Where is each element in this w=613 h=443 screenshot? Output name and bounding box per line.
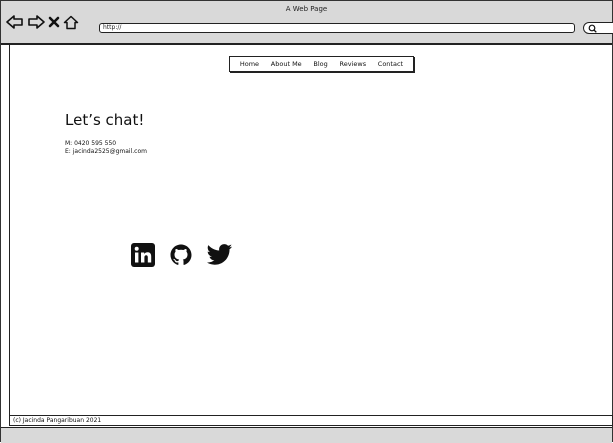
nav-item-about-me[interactable]: About Me (271, 60, 302, 68)
browser-search-field[interactable] (583, 22, 613, 34)
browser-nav-controls (6, 13, 79, 31)
forward-arrow-icon[interactable] (27, 15, 45, 29)
page-left-border (9, 45, 10, 415)
address-bar[interactable]: http:// (99, 23, 575, 33)
github-icon[interactable] (169, 243, 193, 267)
twitter-icon[interactable] (207, 244, 233, 266)
home-icon[interactable] (63, 15, 79, 30)
linkedin-icon[interactable] (131, 243, 155, 267)
nav-item-reviews[interactable]: Reviews (340, 60, 367, 68)
nav-item-home[interactable]: Home (240, 60, 259, 68)
browser-window: A Web Page http:// Home About Me Blog Re… (0, 0, 613, 443)
browser-status-bar (1, 427, 612, 443)
page-footer: (c) Jacinda Pangaribuan 2021 (9, 415, 613, 426)
back-arrow-icon[interactable] (6, 15, 24, 29)
close-icon[interactable] (48, 16, 60, 28)
contact-details: M: 0420 595 550 E: jacinda2525@gmail.com (65, 140, 147, 155)
window-title: A Web Page (285, 5, 328, 13)
email-address: E: jacinda2525@gmail.com (65, 147, 147, 155)
phone-number: M: 0420 595 550 (65, 140, 117, 147)
page-title: Let’s chat! (65, 111, 145, 129)
nav-item-contact[interactable]: Contact (378, 60, 403, 68)
nav-item-blog[interactable]: Blog (313, 60, 327, 68)
social-links (131, 243, 233, 267)
site-navigation: Home About Me Blog Reviews Contact (229, 56, 414, 72)
browser-chrome: A Web Page http:// (1, 1, 613, 45)
